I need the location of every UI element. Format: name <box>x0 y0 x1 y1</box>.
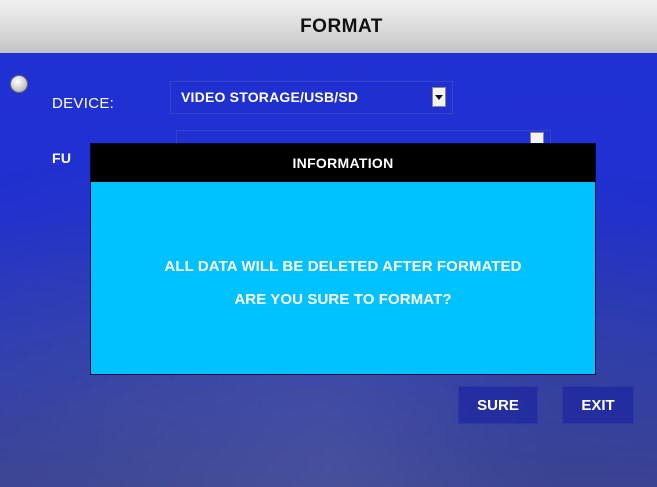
sure-button[interactable]: SURE <box>458 386 538 424</box>
radio-button-icon[interactable] <box>10 75 28 93</box>
function-label: FU <box>52 150 72 166</box>
device-label: DEVICE: <box>52 95 115 112</box>
exit-button[interactable]: EXIT <box>562 386 634 424</box>
device-select[interactable]: VIDEO STORAGE/USB/SD <box>170 81 453 114</box>
dialog-title: INFORMATION <box>292 155 394 171</box>
page-title: FORMAT <box>300 15 383 37</box>
chevron-down-icon-glyph <box>435 95 443 100</box>
dialog-message-line2: ARE YOU SURE TO FORMAT? <box>234 291 452 308</box>
dialog-message-line1: ALL DATA WILL BE DELETED AFTER FORMATED <box>164 258 522 275</box>
format-screen: FORMAT DEVICE: VIDEO STORAGE/USB/SD FU I… <box>0 0 657 487</box>
device-select-value: VIDEO STORAGE/USB/SD <box>181 89 359 105</box>
chevron-down-icon[interactable] <box>432 87 446 107</box>
title-bar: FORMAT <box>0 0 657 53</box>
dialog-header: INFORMATION <box>91 144 595 182</box>
information-dialog: INFORMATION ALL DATA WILL BE DELETED AFT… <box>91 144 595 374</box>
